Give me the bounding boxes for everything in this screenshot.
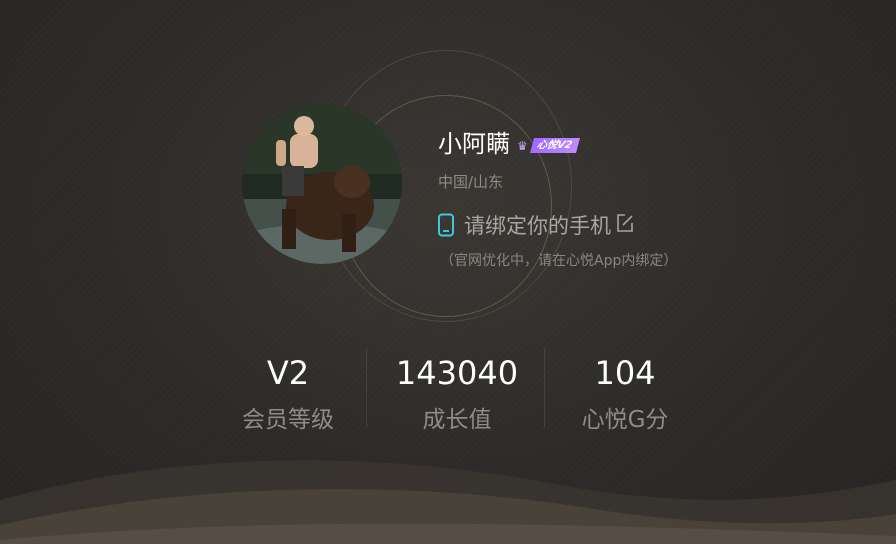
stat-label: 成长值	[422, 407, 492, 433]
stat-value: 104	[594, 354, 656, 392]
stat-member-level[interactable]: V2 会员等级	[198, 352, 378, 436]
avatar-image	[242, 104, 402, 264]
vip-badge-label: 心悦V2	[529, 138, 580, 153]
stat-value: 143040	[395, 354, 519, 392]
edit-icon[interactable]	[615, 213, 635, 233]
bind-phone-label: 请绑定你的手机	[464, 214, 611, 238]
stat-label: 心悦G分	[581, 407, 669, 433]
decorative-waves	[0, 460, 896, 544]
avatar[interactable]	[242, 104, 402, 264]
crown-icon: ♛	[517, 138, 528, 153]
bind-phone-link[interactable]: 请绑定你的手机	[436, 210, 635, 240]
member-stats: V2 会员等级 143040 成长值 104 心悦G分	[200, 340, 720, 440]
stat-value: V2	[266, 354, 310, 392]
stat-growth-value[interactable]: 143040 成长值	[367, 352, 547, 436]
stat-label: 会员等级	[242, 407, 334, 433]
username: 小阿瞒	[438, 130, 510, 158]
phone-icon	[438, 213, 454, 237]
vip-badge[interactable]: ♛ 心悦V2	[517, 137, 580, 154]
stat-g-points[interactable]: 104 心悦G分	[535, 352, 715, 436]
bind-note: （官网优化中，请在心悦App内绑定）	[440, 253, 678, 269]
location: 中国/山东	[438, 173, 504, 191]
